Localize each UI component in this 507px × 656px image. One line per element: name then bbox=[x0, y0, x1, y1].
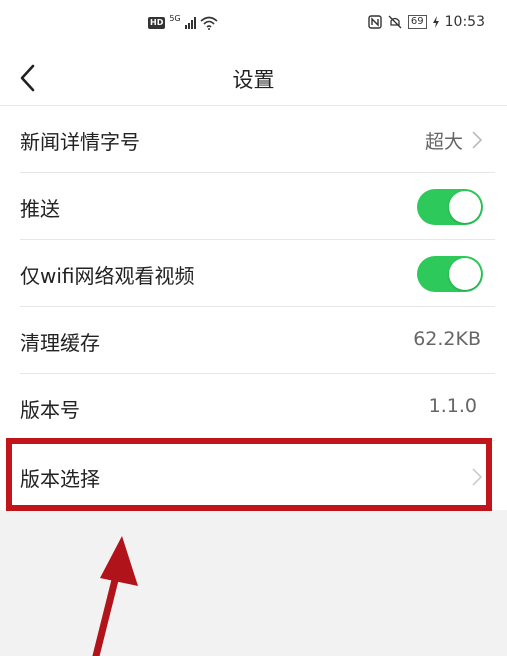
setting-version-number: 版本号 1.1.0 bbox=[0, 374, 507, 441]
setting-value: 62.2KB bbox=[413, 328, 481, 350]
setting-label: 推送 bbox=[20, 197, 60, 221]
setting-label: 版本选择 bbox=[20, 467, 100, 491]
setting-font-size[interactable]: 新闻详情字号 超大 bbox=[0, 106, 507, 173]
status-left: HD 5G bbox=[148, 13, 218, 30]
title-bar: 设置 bbox=[0, 50, 507, 106]
setting-label: 新闻详情字号 bbox=[20, 130, 140, 154]
setting-value: 1.1.0 bbox=[428, 395, 477, 417]
wifi-video-toggle[interactable] bbox=[417, 256, 483, 292]
page-title: 设置 bbox=[232, 68, 275, 92]
nfc-icon bbox=[368, 15, 382, 29]
chevron-right-icon bbox=[472, 468, 483, 486]
mute-icon bbox=[388, 15, 402, 29]
hd-badge: HD bbox=[148, 17, 166, 29]
setting-label: 版本号 bbox=[20, 398, 80, 422]
setting-wifi-video: 仅wifi网络观看视频 bbox=[0, 240, 507, 307]
battery-icon: 69 bbox=[407, 15, 427, 29]
signal-icon bbox=[184, 17, 196, 29]
setting-label: 仅wifi网络观看视频 bbox=[20, 264, 195, 288]
setting-version-select[interactable]: 版本选择 bbox=[0, 441, 507, 510]
status-bar: HD 5G 69 10:53 bbox=[0, 0, 507, 50]
setting-push: 推送 bbox=[0, 173, 507, 240]
network-type: 5G bbox=[169, 13, 181, 23]
toggle-knob bbox=[449, 258, 481, 290]
status-right: 69 10:53 bbox=[368, 14, 485, 30]
charging-icon bbox=[432, 16, 439, 28]
wifi-icon bbox=[200, 16, 218, 30]
push-toggle[interactable] bbox=[417, 189, 483, 225]
toggle-knob bbox=[449, 191, 481, 223]
chevron-right-icon bbox=[472, 131, 483, 149]
setting-label: 清理缓存 bbox=[20, 331, 100, 355]
status-time: 10:53 bbox=[444, 14, 485, 30]
settings-screen: HD 5G 69 10:53 设置 新闻详情字号 超大 推送 仅wifi网络观看… bbox=[0, 0, 507, 656]
empty-area bbox=[0, 510, 507, 656]
setting-value: 超大 bbox=[424, 131, 463, 153]
setting-clear-cache[interactable]: 清理缓存 62.2KB bbox=[0, 307, 507, 374]
